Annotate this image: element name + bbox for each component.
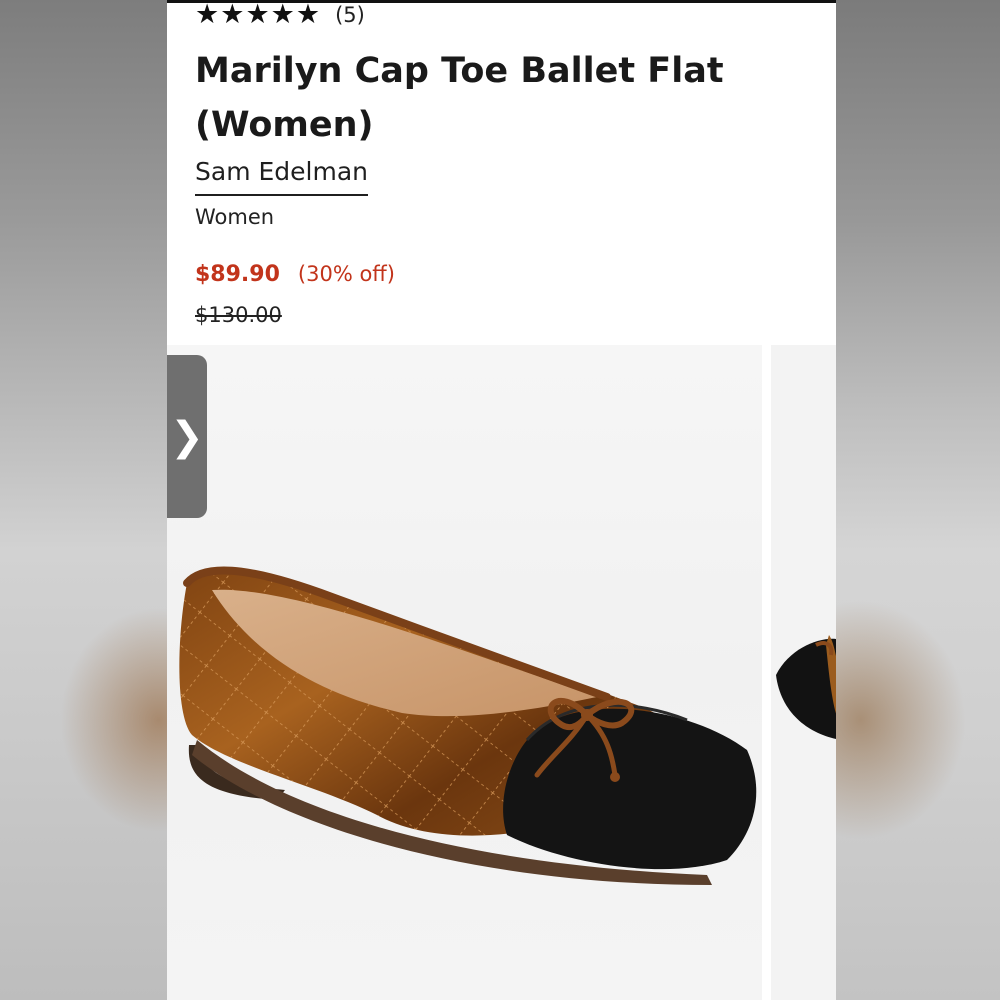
blurred-background-right	[836, 0, 1000, 1000]
discount-label: (30% off)	[297, 262, 395, 286]
price-row: $89.90 (30% off)	[195, 262, 395, 287]
star-rating[interactable]: ★ ★ ★ ★ ★ (5)	[195, 0, 365, 30]
star-icon: ★	[220, 0, 245, 30]
gallery-gap	[762, 345, 771, 1000]
chevron-right-icon: ❯	[170, 413, 204, 460]
star-icon: ★	[295, 0, 321, 30]
product-category: Women	[195, 205, 275, 229]
image-gallery[interactable]: ❯	[167, 345, 836, 1000]
original-price: $130.00	[195, 303, 282, 327]
ballet-flat-illustration	[179, 566, 757, 885]
star-icon: ★	[270, 0, 295, 30]
sale-price: $89.90	[195, 262, 280, 287]
blurred-background-left	[0, 0, 167, 1000]
ballet-flat-peek-illustration	[776, 635, 836, 739]
star-icon: ★	[195, 0, 220, 30]
star-icon: ★	[245, 0, 270, 30]
product-image[interactable]: ❯	[167, 345, 762, 1000]
next-product-image-peek[interactable]	[771, 345, 836, 1000]
product-title: Marilyn Cap Toe Ballet Flat (Women)	[195, 51, 724, 145]
brand-link[interactable]: Sam Edelman	[195, 155, 368, 196]
review-count[interactable]: (5)	[335, 3, 365, 27]
gallery-next-button[interactable]: ❯	[167, 355, 207, 518]
product-page: ★ ★ ★ ★ ★ (5) Marilyn Cap Toe Ballet Fla…	[167, 0, 836, 1000]
